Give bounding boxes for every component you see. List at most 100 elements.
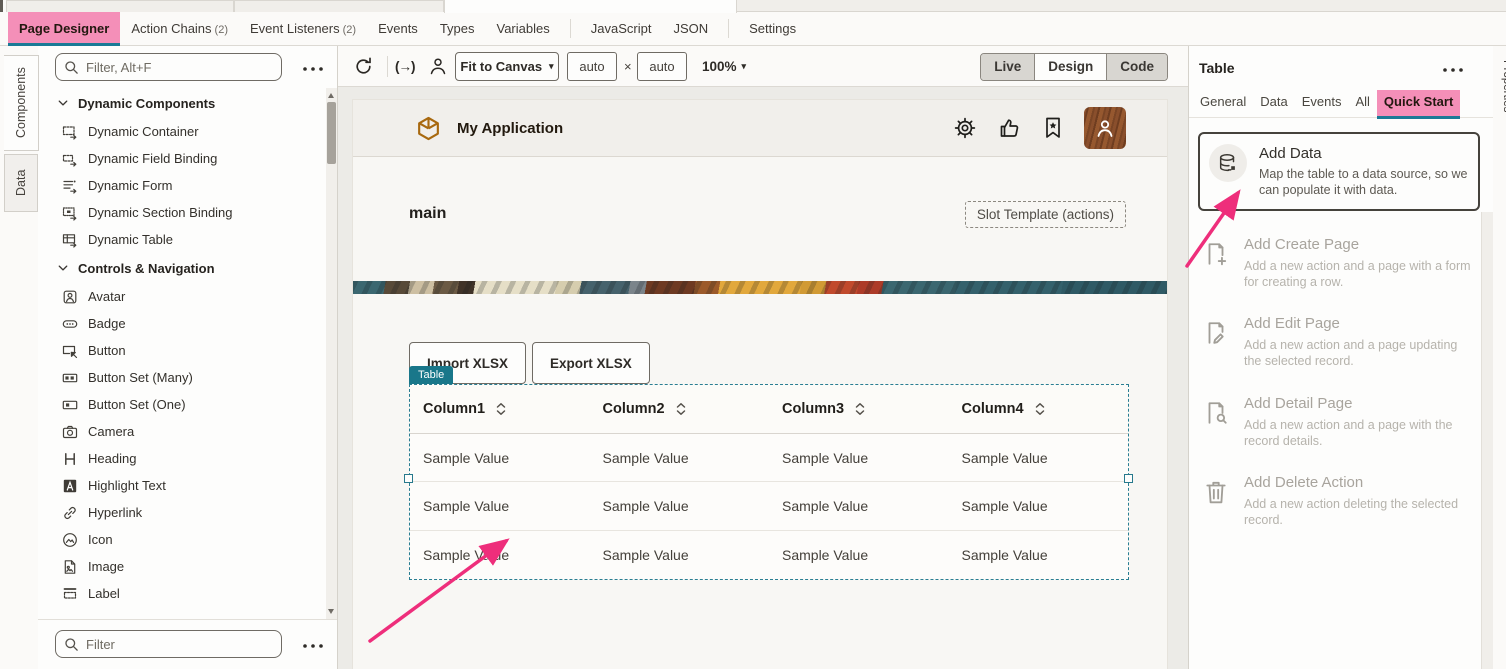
selection-handle-left[interactable] bbox=[404, 474, 413, 483]
component-item-image[interactable]: Image bbox=[38, 553, 325, 580]
refresh-button[interactable] bbox=[353, 56, 374, 77]
rail-tab-data[interactable]: Data bbox=[4, 154, 38, 212]
component-item-button-set-many[interactable]: Button Set (Many) bbox=[38, 364, 325, 391]
properties-scrollbar[interactable] bbox=[1481, 212, 1493, 669]
tab-label: Page Designer bbox=[19, 21, 109, 36]
scroll-up-arrow[interactable] bbox=[328, 93, 334, 98]
file-tab[interactable] bbox=[234, 0, 444, 12]
panel-divider bbox=[38, 619, 337, 620]
flow-direction-button[interactable]: (→) bbox=[395, 46, 415, 87]
column-header-label: Column1 bbox=[423, 401, 485, 417]
column-header-column3[interactable]: Column3 bbox=[769, 385, 949, 433]
component-item-camera[interactable]: Camera bbox=[38, 418, 325, 445]
slot-template-placeholder[interactable]: Slot Template (actions) bbox=[965, 201, 1126, 228]
component-group-controls-navigation[interactable]: Controls & Navigation bbox=[38, 253, 325, 283]
component-group-dynamic-components[interactable]: Dynamic Components bbox=[38, 88, 325, 118]
table-cell: Sample Value bbox=[590, 531, 770, 579]
sort-icon[interactable] bbox=[1035, 401, 1045, 417]
mode-code[interactable]: Code bbox=[1106, 54, 1167, 80]
tab-variables[interactable]: Variables bbox=[486, 12, 561, 45]
bookmark-icon[interactable] bbox=[1043, 116, 1063, 140]
column-header-column2[interactable]: Column2 bbox=[590, 385, 770, 433]
tab-action-chains[interactable]: Action Chains(2) bbox=[120, 12, 239, 45]
components-scrollbar[interactable] bbox=[326, 88, 337, 619]
properties-overflow-button[interactable] bbox=[1442, 65, 1464, 75]
table-cell: Sample Value bbox=[769, 531, 949, 579]
page-heading[interactable]: main bbox=[409, 205, 446, 223]
avatar[interactable] bbox=[1084, 107, 1126, 149]
page-preview: My Application main Slot Template (actio… bbox=[352, 99, 1168, 669]
app-title: My Application bbox=[457, 120, 563, 137]
component-item-dynamic-table[interactable]: Dynamic Table bbox=[38, 226, 325, 253]
scroll-down-arrow[interactable] bbox=[328, 609, 334, 614]
structure-overflow-button[interactable] bbox=[302, 641, 324, 651]
table-row[interactable]: Sample ValueSample ValueSample ValueSamp… bbox=[410, 482, 1128, 530]
table-cell: Sample Value bbox=[410, 531, 590, 579]
column-header-column4[interactable]: Column4 bbox=[949, 385, 1129, 433]
component-item-dynamic-field-binding[interactable]: Dynamic Field Binding bbox=[38, 145, 325, 172]
app-header-component[interactable]: My Application bbox=[353, 100, 1167, 157]
export-xlsx-button[interactable]: Export XLSX bbox=[532, 342, 650, 384]
chevron-down-icon bbox=[57, 262, 69, 274]
user-preview-button[interactable] bbox=[428, 56, 448, 76]
file-tab-active[interactable] bbox=[444, 0, 737, 13]
collapsed-panel-strip[interactable]: Properties bbox=[1493, 12, 1506, 669]
components-overflow-button[interactable] bbox=[302, 64, 324, 74]
sort-icon[interactable] bbox=[496, 401, 506, 417]
editor-file-tab-strip bbox=[0, 0, 1506, 12]
file-tab-strip-bg bbox=[737, 0, 1506, 12]
tab-settings[interactable]: Settings bbox=[738, 12, 807, 45]
components-filter-input[interactable] bbox=[86, 60, 273, 75]
component-item-highlight-text[interactable]: Highlight Text bbox=[38, 472, 325, 499]
quick-start-add-data[interactable]: Add DataMap the table to a data source, … bbox=[1198, 132, 1480, 211]
thumbs-up-icon[interactable] bbox=[998, 116, 1022, 140]
component-item-badge[interactable]: Badge bbox=[38, 310, 325, 337]
component-item-hyperlink[interactable]: Hyperlink bbox=[38, 499, 325, 526]
component-item-heading[interactable]: Heading bbox=[38, 445, 325, 472]
scrollbar-thumb[interactable] bbox=[327, 102, 336, 164]
component-item-label[interactable]: Label bbox=[38, 580, 325, 607]
zoom-level-dropdown[interactable]: 100% ▾ bbox=[702, 46, 746, 87]
component-item-icon[interactable]: Icon bbox=[38, 526, 325, 553]
gear-icon[interactable] bbox=[953, 116, 977, 140]
decorative-banner-image[interactable] bbox=[353, 281, 1167, 294]
properties-tab-data[interactable]: Data bbox=[1253, 90, 1294, 116]
mode-live[interactable]: Live bbox=[981, 54, 1034, 80]
fit-to-canvas-dropdown[interactable]: Fit to Canvas ▾ bbox=[455, 52, 559, 81]
selection-handle-right[interactable] bbox=[1124, 474, 1133, 483]
tab-json[interactable]: JSON bbox=[662, 12, 719, 45]
properties-tab-all[interactable]: All bbox=[1348, 90, 1376, 116]
sort-icon[interactable] bbox=[676, 401, 686, 417]
file-tab[interactable] bbox=[6, 0, 234, 12]
component-item-label: Dynamic Section Binding bbox=[88, 205, 233, 220]
tab-count: (2) bbox=[343, 24, 356, 36]
properties-tab-events[interactable]: Events bbox=[1295, 90, 1349, 116]
rail-tab-components[interactable]: Components bbox=[4, 55, 39, 151]
component-item-dynamic-container[interactable]: Dynamic Container bbox=[38, 118, 325, 145]
properties-tab-general[interactable]: General bbox=[1193, 90, 1253, 116]
mode-design[interactable]: Design bbox=[1034, 54, 1106, 80]
component-item-dynamic-section-binding[interactable]: Dynamic Section Binding bbox=[38, 199, 325, 226]
component-item-label: Image bbox=[88, 559, 124, 574]
component-item-avatar[interactable]: Avatar bbox=[38, 283, 325, 310]
properties-tab-quick-start[interactable]: Quick Start bbox=[1377, 90, 1460, 116]
sort-icon[interactable] bbox=[855, 401, 865, 417]
tab-javascript[interactable]: JavaScript bbox=[580, 12, 663, 45]
column-header-column1[interactable]: Column1 bbox=[410, 385, 590, 433]
component-item-dynamic-form[interactable]: Dynamic Form bbox=[38, 172, 325, 199]
tab-event-listeners[interactable]: Event Listeners(2) bbox=[239, 12, 367, 45]
table-row[interactable]: Sample ValueSample ValueSample ValueSamp… bbox=[410, 434, 1128, 482]
structure-filter-input[interactable] bbox=[86, 637, 273, 652]
properties-panel: Table GeneralDataEventsAllQuick Start Ad… bbox=[1188, 46, 1493, 669]
component-item-label: Dynamic Field Binding bbox=[88, 151, 217, 166]
component-item-button-set-one[interactable]: Button Set (One) bbox=[38, 391, 325, 418]
quick-start-description: Map the table to a data source, so we ca… bbox=[1259, 166, 1468, 199]
canvas-width-input[interactable] bbox=[567, 52, 617, 81]
canvas-height-input[interactable] bbox=[637, 52, 687, 81]
component-item-button[interactable]: Button bbox=[38, 337, 325, 364]
tab-page-designer[interactable]: Page Designer bbox=[8, 12, 120, 45]
table-component[interactable]: Column1Column2Column3Column4Sample Value… bbox=[409, 384, 1129, 580]
table-row[interactable]: Sample ValueSample ValueSample ValueSamp… bbox=[410, 531, 1128, 579]
tab-events[interactable]: Events bbox=[367, 12, 429, 45]
tab-types[interactable]: Types bbox=[429, 12, 486, 45]
